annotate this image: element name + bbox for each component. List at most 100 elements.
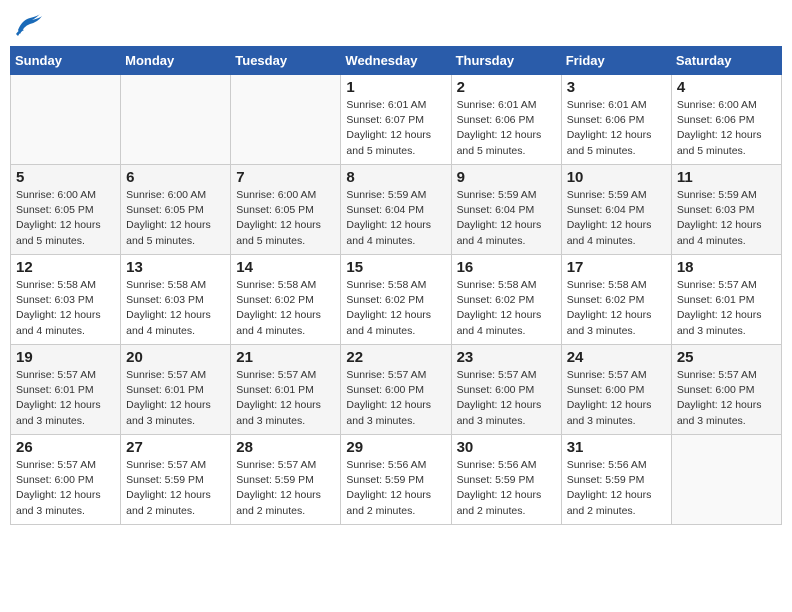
day-info: Sunrise: 6:00 AM Sunset: 6:05 PM Dayligh… [16,188,115,249]
table-cell [11,75,121,165]
header-monday: Monday [121,47,231,75]
table-cell: 16 Sunrise: 5:58 AM Sunset: 6:02 PM Dayli… [451,255,561,345]
day-number: 16 [457,259,556,276]
day-info: Sunrise: 5:58 AM Sunset: 6:03 PM Dayligh… [16,278,115,339]
table-cell: 18 Sunrise: 5:57 AM Sunset: 6:01 PM Dayli… [671,255,781,345]
table-cell: 26 Sunrise: 5:57 AM Sunset: 6:00 PM Dayli… [11,435,121,525]
day-info: Sunrise: 5:59 AM Sunset: 6:04 PM Dayligh… [567,188,666,249]
day-info: Sunrise: 6:01 AM Sunset: 6:06 PM Dayligh… [567,98,666,159]
day-info: Sunrise: 6:00 AM Sunset: 6:06 PM Dayligh… [677,98,776,159]
day-info: Sunrise: 5:58 AM Sunset: 6:02 PM Dayligh… [567,278,666,339]
table-cell: 27Sunrise: 5:57 AM Sunset: 5:59 PM Dayli… [121,435,231,525]
day-number: 20 [126,349,225,366]
table-cell: 6 Sunrise: 6:00 AM Sunset: 6:05 PM Daylig… [121,165,231,255]
header-saturday: Saturday [671,47,781,75]
table-cell: 11 Sunrise: 5:59 AM Sunset: 6:03 PM Dayli… [671,165,781,255]
day-info: Sunrise: 5:58 AM Sunset: 6:02 PM Dayligh… [236,278,335,339]
day-info: Sunrise: 5:57 AM Sunset: 5:59 PM Dayligh… [236,458,335,519]
table-cell: 9 Sunrise: 5:59 AM Sunset: 6:04 PM Daylig… [451,165,561,255]
day-number: 9 [457,169,556,186]
day-info: Sunrise: 6:00 AM Sunset: 6:05 PM Dayligh… [126,188,225,249]
table-cell: 4 Sunrise: 6:00 AM Sunset: 6:06 PM Daylig… [671,75,781,165]
week-row-3: 12 Sunrise: 5:58 AM Sunset: 6:03 PM Dayli… [11,255,782,345]
day-number: 2 [457,79,556,96]
day-info: Sunrise: 5:57 AM Sunset: 6:01 PM Dayligh… [677,278,776,339]
day-number: 13 [126,259,225,276]
day-info: Sunrise: 5:57 AM Sunset: 6:00 PM Dayligh… [16,458,115,519]
table-cell: 21 Sunrise: 5:57 AM Sunset: 6:01 PM Dayli… [231,345,341,435]
day-number: 6 [126,169,225,186]
table-cell: 30 Sunrise: 5:56 AM Sunset: 5:59 PM Dayli… [451,435,561,525]
table-cell [671,435,781,525]
day-number: 7 [236,169,335,186]
header-sunday: Sunday [11,47,121,75]
day-number: 15 [346,259,445,276]
day-number: 18 [677,259,776,276]
table-cell: 8 Sunrise: 5:59 AM Sunset: 6:04 PM Daylig… [341,165,451,255]
day-number: 11 [677,169,776,186]
day-info: Sunrise: 5:57 AM Sunset: 5:59 PM Dayligh… [126,458,225,519]
day-number: 25 [677,349,776,366]
day-info: Sunrise: 5:57 AM Sunset: 6:01 PM Dayligh… [126,368,225,429]
day-number: 12 [16,259,115,276]
day-number: 29 [346,439,445,456]
day-info: Sunrise: 5:59 AM Sunset: 6:04 PM Dayligh… [346,188,445,249]
day-info: Sunrise: 5:59 AM Sunset: 6:03 PM Dayligh… [677,188,776,249]
week-row-5: 26 Sunrise: 5:57 AM Sunset: 6:00 PM Dayli… [11,435,782,525]
day-info: Sunrise: 5:57 AM Sunset: 6:00 PM Dayligh… [346,368,445,429]
logo [10,10,46,38]
table-cell: 22 Sunrise: 5:57 AM Sunset: 6:00 PM Dayli… [341,345,451,435]
day-number: 31 [567,439,666,456]
day-number: 14 [236,259,335,276]
day-number: 28 [236,439,335,456]
week-row-2: 5 Sunrise: 6:00 AM Sunset: 6:05 PM Daylig… [11,165,782,255]
day-info: Sunrise: 5:57 AM Sunset: 6:00 PM Dayligh… [677,368,776,429]
day-number: 23 [457,349,556,366]
table-cell: 2 Sunrise: 6:01 AM Sunset: 6:06 PM Daylig… [451,75,561,165]
day-number: 1 [346,79,445,96]
day-info: Sunrise: 5:57 AM Sunset: 6:00 PM Dayligh… [457,368,556,429]
table-cell: 23 Sunrise: 5:57 AM Sunset: 6:00 PM Dayli… [451,345,561,435]
table-cell: 24Sunrise: 5:57 AM Sunset: 6:00 PM Dayli… [561,345,671,435]
table-cell: 5 Sunrise: 6:00 AM Sunset: 6:05 PM Daylig… [11,165,121,255]
table-cell: 25 Sunrise: 5:57 AM Sunset: 6:00 PM Dayli… [671,345,781,435]
table-cell: 14 Sunrise: 5:58 AM Sunset: 6:02 PM Dayli… [231,255,341,345]
day-info: Sunrise: 5:56 AM Sunset: 5:59 PM Dayligh… [567,458,666,519]
day-info: Sunrise: 5:56 AM Sunset: 5:59 PM Dayligh… [457,458,556,519]
day-number: 5 [16,169,115,186]
day-info: Sunrise: 5:59 AM Sunset: 6:04 PM Dayligh… [457,188,556,249]
table-cell: 13 Sunrise: 5:58 AM Sunset: 6:03 PM Dayli… [121,255,231,345]
day-info: Sunrise: 6:01 AM Sunset: 6:07 PM Dayligh… [346,98,445,159]
day-number: 22 [346,349,445,366]
day-info: Sunrise: 5:58 AM Sunset: 6:03 PM Dayligh… [126,278,225,339]
header-row: SundayMondayTuesdayWednesdayThursdayFrid… [11,47,782,75]
day-number: 30 [457,439,556,456]
table-cell: 29 Sunrise: 5:56 AM Sunset: 5:59 PM Dayli… [341,435,451,525]
day-info: Sunrise: 5:57 AM Sunset: 6:01 PM Dayligh… [236,368,335,429]
header-wednesday: Wednesday [341,47,451,75]
table-cell: 20 Sunrise: 5:57 AM Sunset: 6:01 PM Dayli… [121,345,231,435]
table-cell [231,75,341,165]
day-info: Sunrise: 6:01 AM Sunset: 6:06 PM Dayligh… [457,98,556,159]
day-number: 26 [16,439,115,456]
day-number: 24 [567,349,666,366]
day-number: 8 [346,169,445,186]
day-number: 3 [567,79,666,96]
day-number: 10 [567,169,666,186]
header-friday: Friday [561,47,671,75]
day-number: 21 [236,349,335,366]
table-cell: 3 Sunrise: 6:01 AM Sunset: 6:06 PM Daylig… [561,75,671,165]
logo-icon [10,10,42,38]
header-tuesday: Tuesday [231,47,341,75]
day-info: Sunrise: 5:58 AM Sunset: 6:02 PM Dayligh… [457,278,556,339]
day-info: Sunrise: 5:56 AM Sunset: 5:59 PM Dayligh… [346,458,445,519]
table-cell: 19Sunrise: 5:57 AM Sunset: 6:01 PM Dayli… [11,345,121,435]
day-info: Sunrise: 5:57 AM Sunset: 6:01 PM Dayligh… [16,368,115,429]
day-number: 4 [677,79,776,96]
table-cell: 10 Sunrise: 5:59 AM Sunset: 6:04 PM Dayli… [561,165,671,255]
day-number: 17 [567,259,666,276]
table-cell [121,75,231,165]
table-cell: 31 Sunrise: 5:56 AM Sunset: 5:59 PM Dayli… [561,435,671,525]
week-row-1: 1 Sunrise: 6:01 AM Sunset: 6:07 PM Daylig… [11,75,782,165]
day-info: Sunrise: 6:00 AM Sunset: 6:05 PM Dayligh… [236,188,335,249]
